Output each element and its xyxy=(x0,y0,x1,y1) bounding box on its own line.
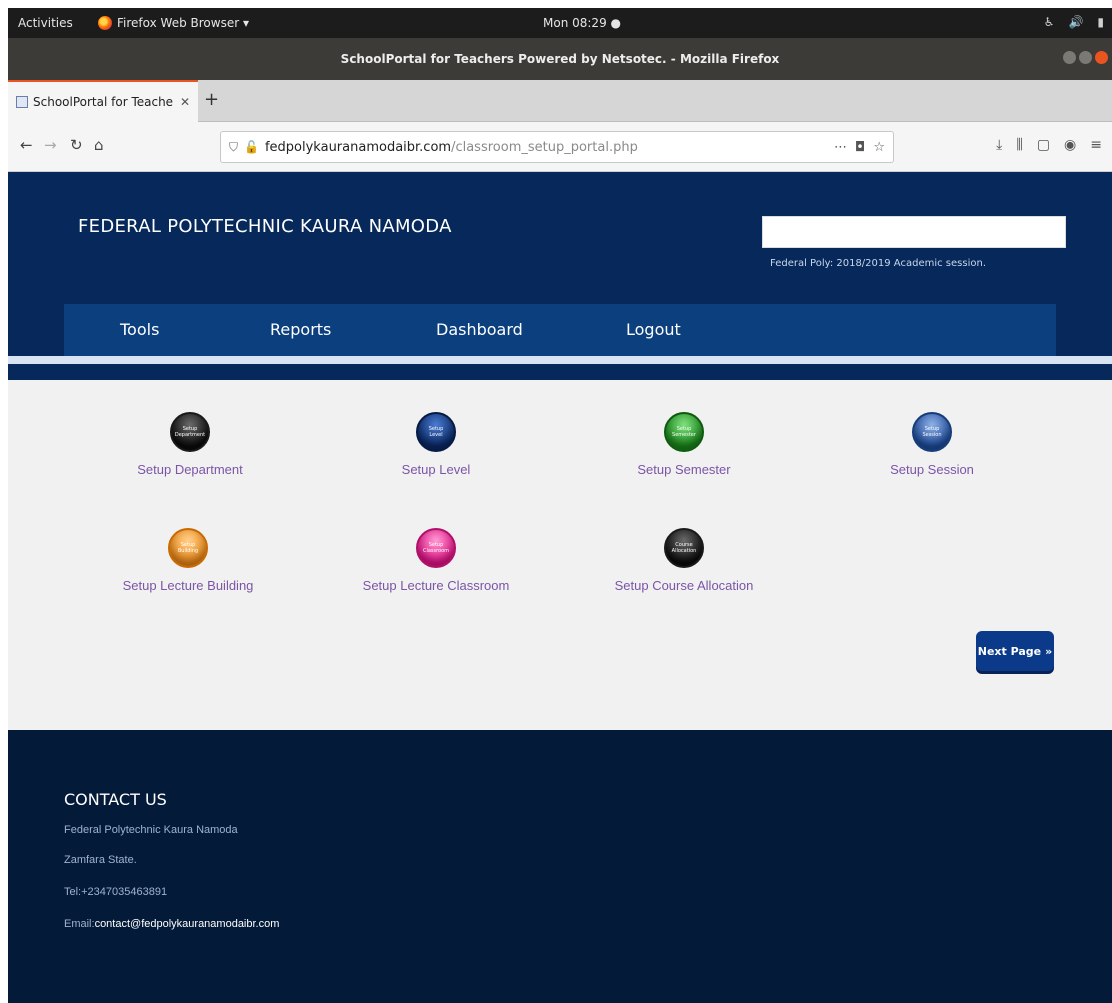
menu-tools[interactable]: Tools xyxy=(120,320,159,339)
tile-setup-lecture-classroom[interactable]: Setup Classroom Setup Lecture Classroom xyxy=(326,528,546,593)
tile-label[interactable]: Setup Semester xyxy=(574,462,794,477)
tab-close-icon[interactable]: ✕ xyxy=(180,95,190,109)
browser-tab[interactable]: SchoolPortal for Teache ✕ xyxy=(8,80,198,122)
tile-label[interactable]: Setup Session xyxy=(822,462,1042,477)
site-header: FEDERAL POLYTECHNIC KAURA NAMODA Federal… xyxy=(8,172,1112,356)
menu-dashboard[interactable]: Dashboard xyxy=(436,320,523,339)
bookmark-star-icon[interactable]: ☆ xyxy=(873,140,885,155)
library-icon[interactable]: ⫼ xyxy=(1016,137,1022,153)
accessibility-icon[interactable]: ♿ xyxy=(1044,15,1055,29)
clock[interactable]: Mon 08:29 ● xyxy=(543,16,621,30)
sidebar-icon[interactable]: ▢ xyxy=(1037,137,1050,153)
volume-icon[interactable]: 🔊 xyxy=(1068,15,1083,29)
tile-setup-course-allocation[interactable]: Course Allocation Setup Course Allocation xyxy=(574,528,794,593)
email-link[interactable]: contact@fedpolykauranamodaibr.com xyxy=(95,918,280,930)
setup-grid: Setup Department Setup Department Setup Le… xyxy=(8,380,1112,730)
double-chevron-right-icon: » xyxy=(1045,644,1053,658)
session-orb-icon: Setup Session xyxy=(912,412,952,452)
site-footer: CONTACT US Federal Polytechnic Kaura Nam… xyxy=(8,730,1112,1003)
forward-icon[interactable]: → xyxy=(44,136,57,154)
tile-label[interactable]: Setup Level xyxy=(326,462,546,477)
menu-logout[interactable]: Logout xyxy=(626,320,681,339)
contact-email: Email:contact@fedpolykauranamodaibr.com xyxy=(64,918,279,930)
school-name: FEDERAL POLYTECHNIC KAURA NAMODA xyxy=(78,216,452,237)
reload-icon[interactable]: ↻ xyxy=(70,136,83,154)
minimize-button[interactable] xyxy=(1063,51,1076,64)
account-icon[interactable]: ◉ xyxy=(1064,137,1076,153)
web-page: FEDERAL POLYTECHNIC KAURA NAMODA Federal… xyxy=(8,172,1112,1003)
building-orb-icon: Setup Building xyxy=(168,528,208,568)
tile-setup-lecture-building[interactable]: Setup Building Setup Lecture Building xyxy=(78,528,298,593)
semester-orb-icon: Setup Semester xyxy=(664,412,704,452)
tile-setup-department[interactable]: Setup Department Setup Department xyxy=(80,412,300,477)
page-favicon-icon xyxy=(16,96,28,108)
header-bottom-band xyxy=(8,364,1112,380)
tab-label: SchoolPortal for Teache xyxy=(33,95,174,109)
url-domain: fedpolykauranamodaibr.com xyxy=(264,139,452,155)
contact-state: Zamfara State. xyxy=(64,854,137,866)
home-icon[interactable]: ⌂ xyxy=(94,136,104,154)
back-icon[interactable]: ← xyxy=(20,136,33,154)
url-bar[interactable]: ⛉ 🔓 fedpolykauranamodaibr.com /classroom… xyxy=(220,131,894,163)
system-tray[interactable]: ♿ 🔊 ▮ xyxy=(1044,15,1104,29)
classroom-orb-icon: Setup Classroom xyxy=(416,528,456,568)
hamburger-menu-icon[interactable]: ≡ xyxy=(1090,137,1102,153)
department-orb-icon: Setup Department xyxy=(170,412,210,452)
contact-phone: Tel:+2347035463891 xyxy=(64,886,168,898)
pocket-icon[interactable]: ◘ xyxy=(855,140,865,155)
tile-label[interactable]: Setup Lecture Building xyxy=(78,578,298,593)
navigation-toolbar: ← → ↻ ⌂ ⛉ 🔓 fedpolykauranamodaibr.com /c… xyxy=(8,122,1112,172)
app-menu[interactable]: Firefox Web Browser ▾ xyxy=(98,16,249,30)
activities-button[interactable]: Activities xyxy=(18,16,73,30)
email-label: Email: xyxy=(64,918,95,930)
header-divider xyxy=(8,356,1112,364)
maximize-button[interactable] xyxy=(1079,51,1092,64)
insecure-lock-icon[interactable]: 🔓 xyxy=(244,140,259,154)
level-orb-icon: Setup Level xyxy=(416,412,456,452)
main-menu: Tools Reports Dashboard Logout xyxy=(64,304,1056,356)
tile-setup-session[interactable]: Setup Session Setup Session xyxy=(822,412,1042,477)
course-allocation-orb-icon: Course Allocation xyxy=(664,528,704,568)
battery-icon[interactable]: ▮ xyxy=(1097,15,1104,29)
window-controls xyxy=(1063,51,1108,64)
next-page-label: Next Page xyxy=(977,644,1042,658)
header-search-input[interactable] xyxy=(762,216,1066,248)
toolbar-icons: ⤓ ⫼ ▢ ◉ ≡ xyxy=(996,137,1102,153)
tile-label[interactable]: Setup Department xyxy=(80,462,300,477)
window-title: SchoolPortal for Teachers Powered by Net… xyxy=(340,52,780,66)
tile-setup-level[interactable]: Setup Level Setup Level xyxy=(326,412,546,477)
contact-title: CONTACT US xyxy=(64,790,167,809)
tile-label[interactable]: Setup Course Allocation xyxy=(574,578,794,593)
url-path: /classroom_setup_portal.php xyxy=(451,139,638,155)
tile-setup-semester[interactable]: Setup Semester Setup Semester xyxy=(574,412,794,477)
menu-reports[interactable]: Reports xyxy=(270,320,331,339)
close-window-button[interactable] xyxy=(1095,51,1108,64)
url-actions: ⋯ ◘ ☆ xyxy=(834,140,885,155)
contact-institution: Federal Polytechnic Kaura Namoda xyxy=(64,824,238,836)
app-menu-label: Firefox Web Browser ▾ xyxy=(117,16,249,30)
firefox-icon xyxy=(98,16,112,30)
page-actions-icon[interactable]: ⋯ xyxy=(834,140,847,155)
new-tab-icon[interactable]: + xyxy=(204,89,219,110)
tracking-shield-icon[interactable]: ⛉ xyxy=(229,140,238,155)
next-page-button[interactable]: Next Page » xyxy=(976,631,1054,671)
window-titlebar: SchoolPortal for Teachers Powered by Net… xyxy=(8,38,1112,80)
os-top-bar: Activities Firefox Web Browser ▾ Mon 08:… xyxy=(8,8,1112,38)
tile-label[interactable]: Setup Lecture Classroom xyxy=(326,578,546,593)
downloads-icon[interactable]: ⤓ xyxy=(996,137,1002,153)
tab-strip: SchoolPortal for Teache ✕ + xyxy=(8,80,1112,122)
session-text: Federal Poly: 2018/2019 Academic session… xyxy=(770,258,986,269)
